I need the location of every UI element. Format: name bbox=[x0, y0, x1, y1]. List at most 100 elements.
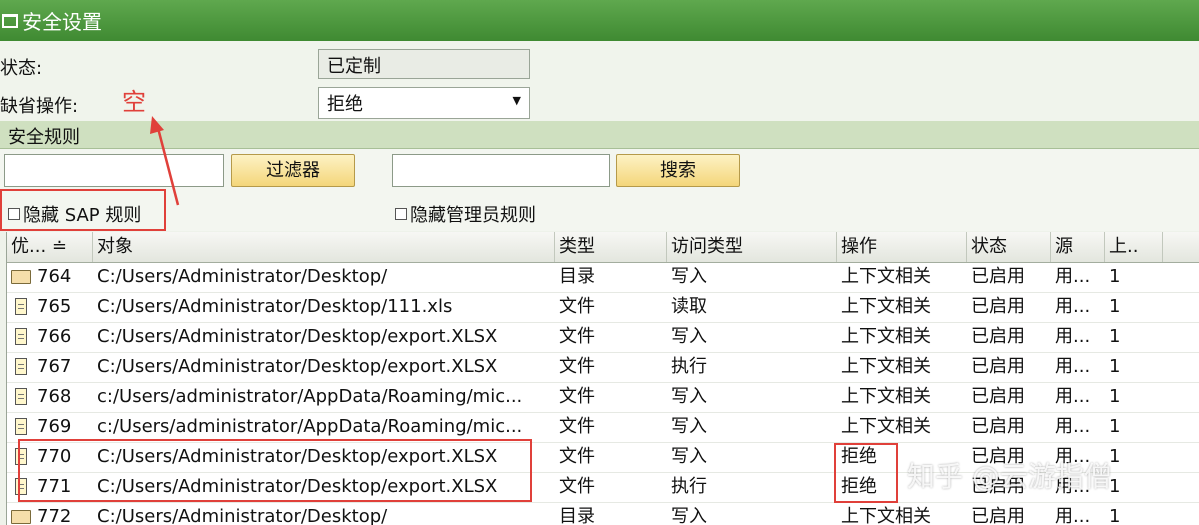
title-bar: 安全设置 bbox=[0, 0, 1199, 41]
folder-icon bbox=[11, 270, 31, 284]
column-header-object[interactable]: 对象 bbox=[93, 232, 555, 262]
column-header-up[interactable]: 上.. bbox=[1105, 232, 1163, 262]
cell-up: 1 bbox=[1109, 266, 1121, 287]
cell-source: 用... bbox=[1055, 506, 1091, 525]
table-row[interactable]: 768 c:/Users/administrator/AppData/Roamin… bbox=[7, 382, 1199, 413]
filter-button[interactable]: 过滤器 bbox=[231, 154, 355, 187]
filter-area: 过滤器 搜索 隐藏 SAP 规则 隐藏管理员规则 bbox=[0, 149, 1199, 231]
cell-action: 上下文相关 bbox=[841, 506, 931, 525]
file-icon bbox=[15, 358, 27, 375]
cell-access-type: 写入 bbox=[671, 446, 707, 467]
security-rules-header: 安全规则 bbox=[0, 121, 1199, 149]
hide-admin-rules-label: 隐藏管理员规则 bbox=[410, 205, 536, 226]
default-action-label: 缺省操作: bbox=[0, 96, 79, 117]
cell-priority: 768 bbox=[37, 386, 72, 407]
hide-admin-rules-checkbox[interactable]: 隐藏管理员规则 bbox=[395, 201, 536, 227]
cell-status: 已启用 bbox=[971, 386, 1025, 407]
table-row[interactable]: 767 C:/Users/Administrator/Desktop/export… bbox=[7, 352, 1199, 383]
column-header-access-type[interactable]: 访问类型 bbox=[667, 232, 837, 262]
cell-object: c:/Users/administrator/AppData/Roaming/m… bbox=[97, 416, 523, 437]
cell-priority: 764 bbox=[37, 266, 72, 287]
security-rules-title: 安全规则 bbox=[8, 127, 80, 148]
cell-type: 文件 bbox=[559, 476, 595, 497]
filter-input[interactable] bbox=[4, 154, 224, 187]
default-action-dropdown[interactable]: 拒绝 ▼ bbox=[318, 87, 530, 119]
cell-access-type: 写入 bbox=[671, 266, 707, 287]
table-row[interactable]: 769 c:/Users/administrator/AppData/Roamin… bbox=[7, 412, 1199, 443]
hide-sap-rules-checkbox[interactable]: 隐藏 SAP 规则 bbox=[8, 201, 141, 227]
cell-priority: 765 bbox=[37, 296, 72, 317]
status-value: 已定制 bbox=[327, 56, 381, 77]
search-button[interactable]: 搜索 bbox=[616, 154, 740, 187]
file-icon bbox=[15, 448, 27, 465]
cell-type: 文件 bbox=[559, 356, 595, 377]
cell-source: 用... bbox=[1055, 296, 1091, 317]
cell-action: 上下文相关 bbox=[841, 386, 931, 407]
annotation-text: 空 bbox=[122, 88, 146, 116]
cell-status: 已启用 bbox=[971, 296, 1025, 317]
hide-sap-rules-label: 隐藏 SAP 规则 bbox=[23, 205, 142, 226]
chevron-down-icon[interactable]: ▼ bbox=[513, 94, 521, 107]
folder-icon bbox=[11, 510, 31, 524]
cell-action: 上下文相关 bbox=[841, 416, 931, 437]
cell-status: 已启用 bbox=[971, 326, 1025, 347]
cell-type: 文件 bbox=[559, 416, 595, 437]
cell-source: 用... bbox=[1055, 386, 1091, 407]
checkbox-box[interactable] bbox=[8, 208, 20, 220]
cell-up: 1 bbox=[1109, 506, 1121, 525]
cell-access-type: 执行 bbox=[671, 356, 707, 377]
table-row[interactable]: 766 C:/Users/Administrator/Desktop/export… bbox=[7, 322, 1199, 353]
status-field: 已定制 bbox=[318, 49, 530, 79]
cell-object: C:/Users/Administrator/Desktop/export.XL… bbox=[97, 356, 498, 377]
cell-source: 用... bbox=[1055, 356, 1091, 377]
column-header-type[interactable]: 类型 bbox=[555, 232, 667, 262]
cell-access-type: 写入 bbox=[671, 416, 707, 437]
column-header-source[interactable]: 源 bbox=[1051, 232, 1105, 262]
cell-up: 1 bbox=[1109, 356, 1121, 377]
cell-type: 文件 bbox=[559, 386, 595, 407]
cell-source: 用... bbox=[1055, 326, 1091, 347]
search-input[interactable] bbox=[392, 154, 610, 187]
cell-status: 已启用 bbox=[971, 506, 1025, 525]
cell-action: 上下文相关 bbox=[841, 266, 931, 287]
cell-type: 文件 bbox=[559, 296, 595, 317]
cell-up: 1 bbox=[1109, 476, 1121, 497]
table-header: 优... ≐ 对象 类型 访问类型 操作 状态 源 上.. bbox=[7, 232, 1199, 263]
status-label: 状态: bbox=[0, 58, 43, 79]
checkbox-box[interactable] bbox=[395, 208, 407, 220]
cell-object: C:/Users/Administrator/Desktop/export.XL… bbox=[97, 446, 498, 467]
cell-up: 1 bbox=[1109, 326, 1121, 347]
cell-up: 1 bbox=[1109, 386, 1121, 407]
cell-action: 上下文相关 bbox=[841, 326, 931, 347]
default-action-value: 拒绝 bbox=[327, 94, 363, 115]
cell-object: C:/Users/Administrator/Desktop/export.XL… bbox=[97, 476, 498, 497]
cell-access-type: 写入 bbox=[671, 506, 707, 525]
cell-up: 1 bbox=[1109, 296, 1121, 317]
column-header-action[interactable]: 操作 bbox=[837, 232, 967, 262]
cell-action: 上下文相关 bbox=[841, 356, 931, 377]
cell-source: 用... bbox=[1055, 266, 1091, 287]
table-row[interactable]: 765 C:/Users/Administrator/Desktop/111.xl… bbox=[7, 292, 1199, 323]
cell-up: 1 bbox=[1109, 446, 1121, 467]
file-icon bbox=[15, 478, 27, 495]
window-icon bbox=[2, 13, 18, 28]
column-header-priority[interactable]: 优... ≐ bbox=[7, 232, 93, 262]
cell-object: C:/Users/Administrator/Desktop/ bbox=[97, 266, 388, 287]
cell-object: C:/Users/Administrator/Desktop/111.xls bbox=[97, 296, 453, 317]
table-row[interactable]: 772 C:/Users/Administrator/Desktop/目录 写入 上下… bbox=[7, 502, 1199, 525]
table-row[interactable]: 764 C:/Users/Administrator/Desktop/目录 写入 上下… bbox=[7, 262, 1199, 293]
cell-priority: 770 bbox=[37, 446, 72, 467]
cell-priority: 767 bbox=[37, 356, 72, 377]
file-icon bbox=[15, 418, 27, 435]
cell-object: C:/Users/Administrator/Desktop/ bbox=[97, 506, 388, 525]
cell-priority: 766 bbox=[37, 326, 72, 347]
cell-priority: 772 bbox=[37, 506, 72, 525]
cell-source: 用... bbox=[1055, 416, 1091, 437]
cell-priority: 771 bbox=[37, 476, 72, 497]
cell-access-type: 执行 bbox=[671, 476, 707, 497]
cell-status: 已启用 bbox=[971, 356, 1025, 377]
file-icon bbox=[15, 388, 27, 405]
column-header-status[interactable]: 状态 bbox=[967, 232, 1051, 262]
cell-type: 目录 bbox=[559, 506, 595, 525]
cell-object: c:/Users/administrator/AppData/Roaming/m… bbox=[97, 386, 523, 407]
